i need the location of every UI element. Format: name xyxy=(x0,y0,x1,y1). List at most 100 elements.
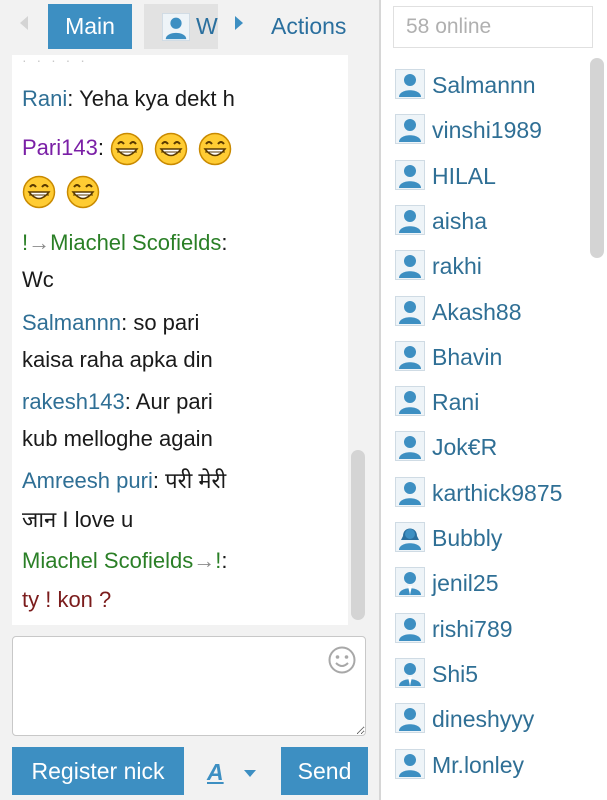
message-item: rakesh143: Aur pari xyxy=(22,387,213,417)
message-separator: : xyxy=(97,135,111,160)
user-name: rishi789 xyxy=(432,615,513,642)
user-name: dineshyyy xyxy=(432,706,535,733)
message-item: Rani: Yeha kya dekt h xyxy=(22,84,235,114)
user-name: vinshi1989 xyxy=(432,117,542,144)
private-arrow-icon: → xyxy=(193,548,216,573)
laughing-emoji-icon xyxy=(66,175,100,209)
chevron-down-icon[interactable] xyxy=(244,770,256,777)
message-text: परी मेरी xyxy=(165,468,227,493)
message-nick[interactable]: Salmannn xyxy=(22,310,121,335)
message-separator: : xyxy=(221,548,228,573)
ellipsis-indicator: · · · · · xyxy=(22,55,88,68)
user-list-scrollbar[interactable] xyxy=(590,58,604,800)
male-user-icon xyxy=(395,205,425,235)
tab-private-chat[interactable]: W xyxy=(144,4,218,49)
user-list-item[interactable]: Rani xyxy=(391,382,596,422)
male-user-icon xyxy=(395,703,425,733)
male-user-icon xyxy=(395,114,425,144)
user-list-item[interactable]: HILAL xyxy=(391,156,596,196)
message-item: Salmannn: so pari xyxy=(22,308,199,338)
message-nick[interactable]: Miachel Scofields xyxy=(22,548,193,573)
tab-main[interactable]: Main xyxy=(48,4,132,49)
font-style-button[interactable]: A xyxy=(207,757,224,787)
suit-user-icon xyxy=(395,567,425,597)
actions-menu[interactable]: Actions xyxy=(271,4,346,49)
message-separator: : xyxy=(221,230,228,255)
male-user-icon xyxy=(395,431,425,461)
tab-private-label: W xyxy=(196,13,218,39)
chat-pane: Main W Actions · · · · · Rani: Yeha kya … xyxy=(0,0,380,800)
user-name: Rani xyxy=(432,389,480,416)
user-list-item[interactable]: jenil25 xyxy=(391,563,596,603)
laughing-emoji-icon xyxy=(154,132,188,166)
male-user-icon xyxy=(395,386,425,416)
online-count-field[interactable]: 58 online xyxy=(393,6,593,48)
user-list-item[interactable]: karthick9875 xyxy=(391,473,596,513)
user-list-item[interactable]: Jok€R xyxy=(391,427,596,467)
private-arrow-icon: → xyxy=(28,230,51,255)
message-text-line: Wc xyxy=(22,265,54,295)
message-text-line: जान I love u xyxy=(22,505,133,535)
user-list-item[interactable]: Akash88 xyxy=(391,292,596,332)
message-text: ty ! kon ? xyxy=(22,587,112,612)
tabs-scroll-right-icon[interactable] xyxy=(235,16,243,30)
user-list-item[interactable]: Mr.lonley xyxy=(391,745,596,785)
send-button[interactable]: Send xyxy=(281,747,368,795)
user-name: Bhavin xyxy=(432,343,503,370)
male-user-icon xyxy=(395,296,425,326)
message-item: Miachel Scofields→!: xyxy=(22,546,227,576)
message-item: !→Miachel Scofields: xyxy=(22,228,227,258)
message-text: Wc xyxy=(22,267,54,292)
user-name: Bubbly xyxy=(432,525,503,551)
user-list-item[interactable]: rishi789 xyxy=(391,609,596,649)
user-name: karthick9875 xyxy=(432,479,563,506)
user-list-item[interactable]: Bubbly xyxy=(391,518,596,558)
user-list-item[interactable]: Bhavin xyxy=(391,337,596,377)
tabs-scroll-left-icon[interactable] xyxy=(20,16,28,30)
user-name: aisha xyxy=(432,207,487,234)
message-item-continued xyxy=(22,171,110,211)
user-name: Akash88 xyxy=(432,298,522,325)
user-name: HILAL xyxy=(432,162,496,189)
message-scrollbar[interactable] xyxy=(351,60,365,625)
user-list-item[interactable]: aisha xyxy=(391,201,596,241)
message-nick[interactable]: Miachel Scofields xyxy=(50,230,221,255)
message-nick[interactable]: Pari143 xyxy=(22,135,98,160)
message-nick[interactable]: Amreesh puri xyxy=(22,468,153,493)
user-name: Jok€R xyxy=(432,434,498,461)
message-text-line: kub melloghe again xyxy=(22,424,213,454)
message-separator: : xyxy=(121,310,134,335)
laughing-emoji-icon xyxy=(22,175,56,209)
message-text: so pari xyxy=(133,310,200,335)
user-list-scrollbar-thumb[interactable] xyxy=(590,58,604,258)
male-user-icon xyxy=(395,160,425,190)
user-list-item[interactable]: vinshi1989 xyxy=(391,110,596,150)
smiley-picker-icon[interactable] xyxy=(327,645,357,675)
message-text: जान I love u xyxy=(22,507,134,532)
female-user-icon xyxy=(395,522,425,552)
user-list-item[interactable]: Shi5 xyxy=(391,654,596,694)
user-list-item[interactable]: rakhi xyxy=(391,246,596,286)
message-separator: : xyxy=(124,389,136,414)
message-separator: : xyxy=(67,86,80,111)
message-text-line: kaisa raha apka din xyxy=(22,345,213,375)
chat-tabs-bar: Main W Actions xyxy=(0,0,380,55)
message-text: kaisa raha apka din xyxy=(22,347,213,372)
message-list: · · · · · Rani: Yeha kya dekt h Pari143:… xyxy=(12,55,348,625)
message-input[interactable] xyxy=(12,636,366,736)
message-text: Yeha kya dekt h xyxy=(79,86,235,111)
message-text: Aur pari xyxy=(135,389,213,414)
male-user-icon xyxy=(395,250,425,280)
message-text: kub melloghe again xyxy=(22,426,213,451)
register-nick-button[interactable]: Register nick xyxy=(12,747,184,795)
laughing-emoji-icon xyxy=(198,132,232,166)
message-nick[interactable]: rakesh143 xyxy=(22,389,125,414)
message-scrollbar-thumb[interactable] xyxy=(351,450,365,620)
male-user-icon xyxy=(395,613,425,643)
male-user-icon xyxy=(395,69,425,99)
user-list-item[interactable]: dineshyyy xyxy=(391,699,596,739)
laughing-emoji-icon xyxy=(110,132,144,166)
message-nick[interactable]: Rani xyxy=(22,86,67,111)
message-text-line: ty ! kon ? xyxy=(22,585,111,615)
user-list-item[interactable]: Salmannn xyxy=(391,65,596,105)
